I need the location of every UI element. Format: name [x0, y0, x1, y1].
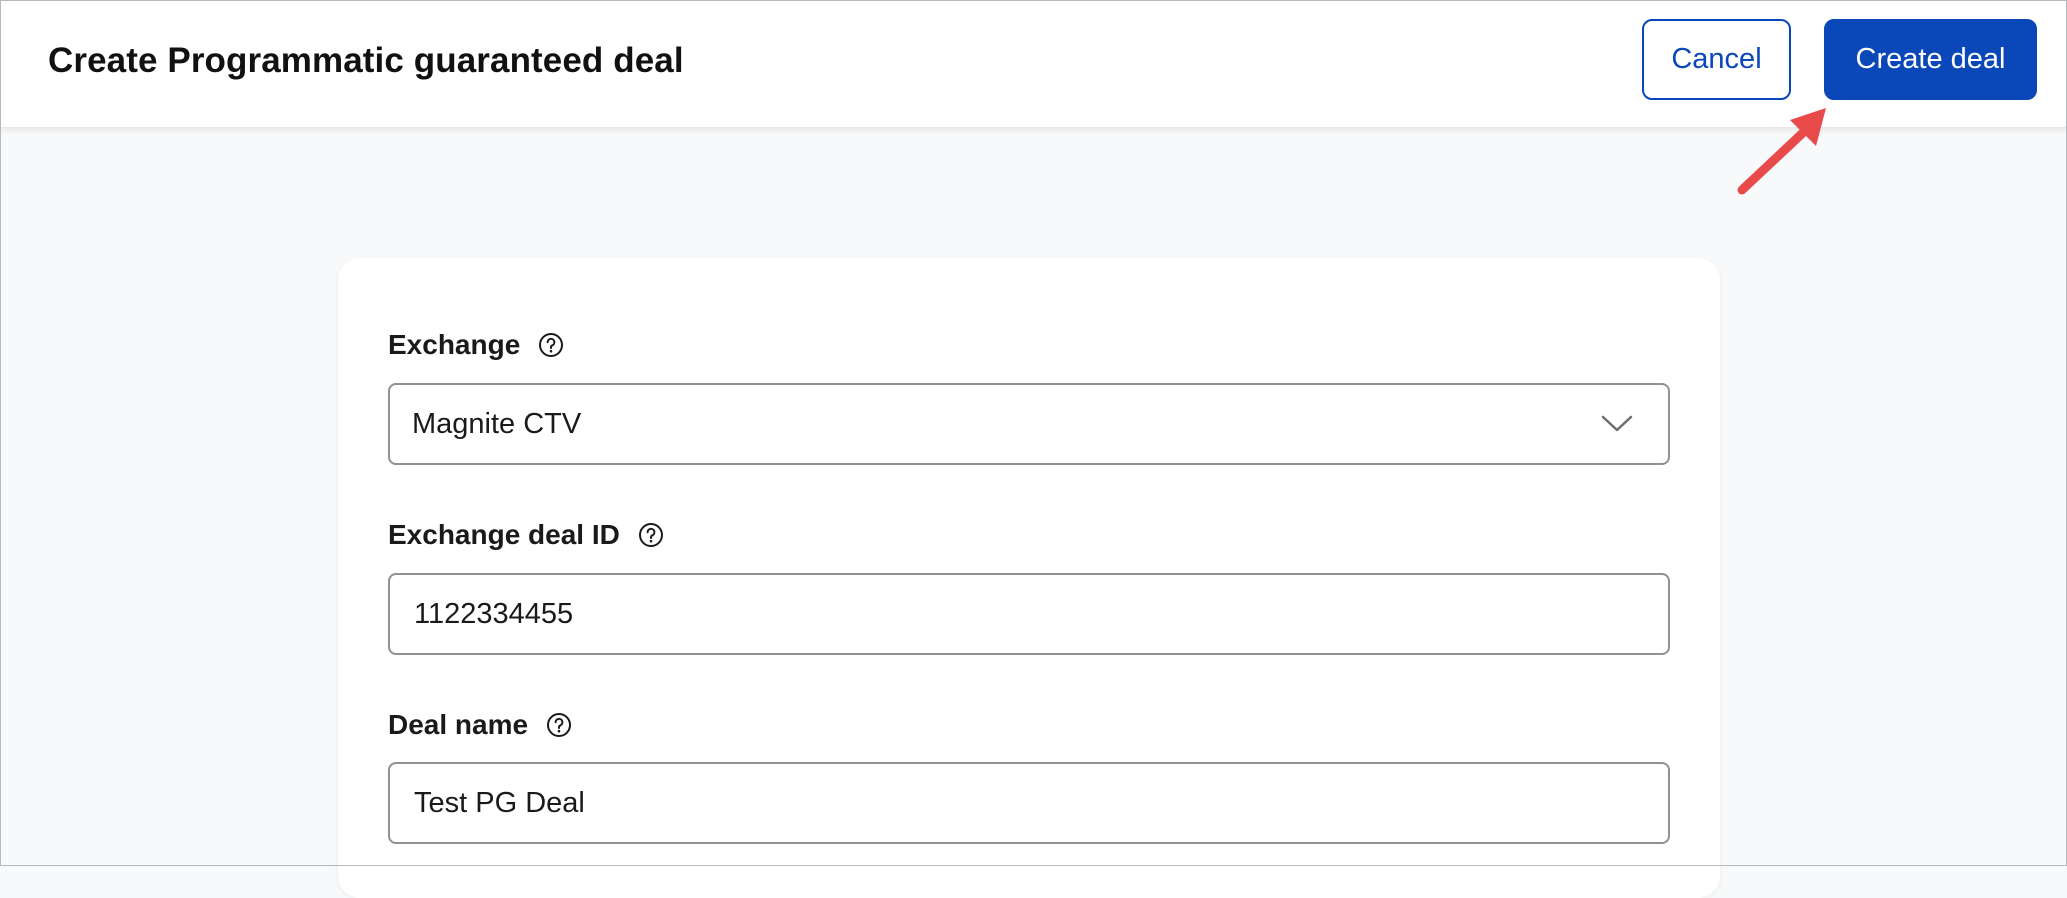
exchange-select[interactable]: Magnite CTV — [388, 383, 1670, 465]
cancel-button[interactable]: Cancel — [1642, 19, 1791, 100]
deal-name-input[interactable]: Test PG Deal — [388, 762, 1670, 844]
chevron-down-icon — [1601, 415, 1633, 432]
exchange-deal-id-value: 1122334455 — [414, 597, 574, 630]
help-circle-icon[interactable] — [546, 712, 572, 738]
page-title: Create Programmatic guaranteed deal — [48, 41, 684, 80]
help-circle-icon[interactable] — [538, 332, 564, 358]
deal-name-label-text: Deal name — [388, 709, 529, 740]
exchange-deal-id-field-label: Exchange deal ID — [388, 517, 664, 553]
annotation-arrow-icon — [1737, 108, 1826, 195]
exchange-selected-value: Magnite CTV — [412, 407, 582, 440]
exchange-deal-id-label-text: Exchange deal ID — [388, 519, 620, 550]
exchange-label-text: Exchange — [388, 329, 521, 360]
exchange-field-label: Exchange — [388, 327, 564, 363]
deal-name-value: Test PG Deal — [414, 786, 585, 819]
help-circle-icon[interactable] — [638, 522, 664, 548]
deal-name-field-label: Deal name — [388, 707, 572, 743]
exchange-deal-id-input[interactable]: 1122334455 — [388, 573, 1670, 655]
create-deal-button[interactable]: Create deal — [1824, 19, 2037, 100]
